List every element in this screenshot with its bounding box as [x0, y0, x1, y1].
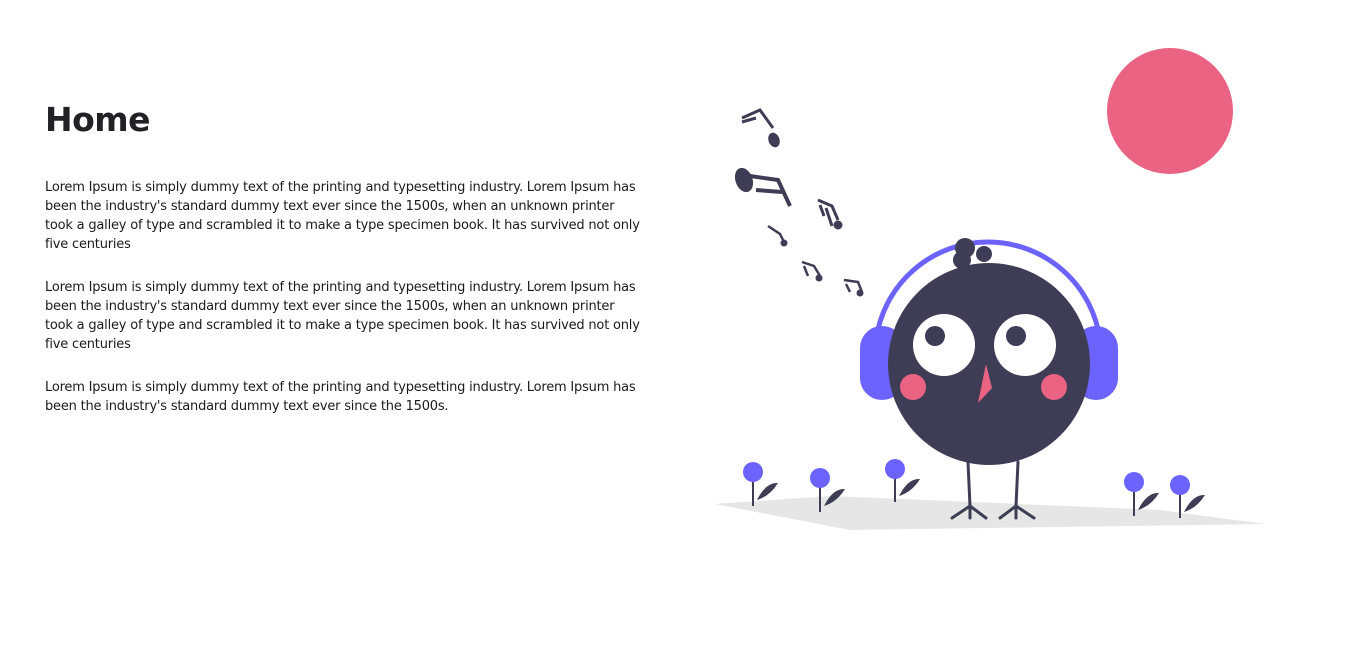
music-notes-icon [734, 108, 864, 297]
home-page: Home Lorem Ipsum is simply dummy text of… [0, 0, 1349, 657]
ground-shadow [715, 496, 1265, 530]
bird-with-headphones-icon [715, 48, 1265, 530]
hero-illustration [700, 30, 1300, 550]
body-paragraph: Lorem Ipsum is simply dummy text of the … [45, 280, 640, 352]
bird-body [888, 263, 1090, 465]
bird-right-cheek [1041, 374, 1067, 400]
home-content: Home Lorem Ipsum is simply dummy text of… [45, 98, 645, 416]
sun-icon [1107, 48, 1233, 174]
bird-left-cheek [900, 374, 926, 400]
intro-paragraph: Lorem Ipsum is simply dummy text of the … [45, 180, 640, 252]
page-title: Home [45, 100, 151, 139]
closing-paragraph: Lorem Ipsum is simply dummy text of the … [45, 380, 636, 414]
